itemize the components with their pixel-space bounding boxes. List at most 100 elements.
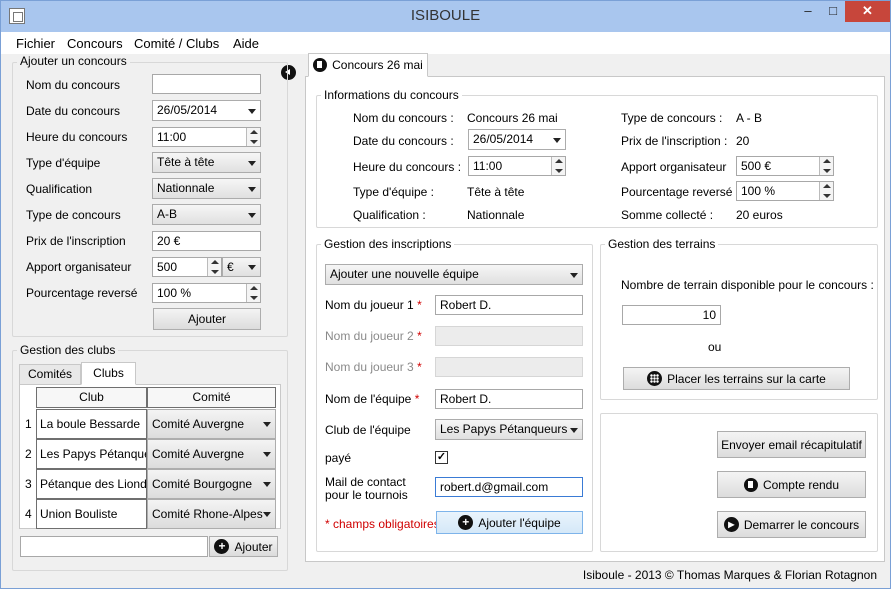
tab-concours[interactable]: Concours 26 mai	[308, 53, 428, 77]
inscription-mode-select[interactable]: Ajouter une nouvelle équipe	[325, 264, 583, 285]
club-name-cell[interactable]: La boule Bessarde	[36, 409, 147, 439]
send-email-button-label: Envoyer email récapitulatif	[721, 437, 862, 452]
nom-concours-input[interactable]	[152, 74, 261, 94]
info-type-concours-value: A - B	[736, 111, 763, 125]
prix-inscription-label: Prix de l'inscription	[26, 234, 126, 248]
report-button[interactable]: Compte rendu	[717, 471, 866, 498]
add-club-button-label: Ajouter	[234, 539, 273, 554]
play-icon: ▶	[723, 517, 739, 532]
footer-copyright: Isiboule - 2013 © Thomas Marques & Flori…	[582, 568, 877, 582]
comite-select-cell[interactable]: Comité Auvergne	[147, 439, 276, 469]
type-concours-select[interactable]: A-B	[152, 204, 261, 225]
comite-select-cell[interactable]: Comité Auvergne	[147, 409, 276, 439]
spin-arrows-icon[interactable]	[819, 157, 833, 175]
pourcentage-reverse-spinbox[interactable]: 100 %	[152, 283, 261, 303]
comite-select-cell[interactable]: Comité Bourgogne	[147, 469, 276, 499]
place-terrains-button[interactable]: Placer les terrains sur la carte	[623, 367, 850, 390]
row-number: 1	[25, 417, 32, 431]
info-somme-label: Somme collecté :	[621, 208, 714, 222]
info-prix-value: 20	[736, 134, 750, 148]
heure-concours-value: 11:00	[157, 130, 187, 144]
info-pourcentage-spinbox[interactable]: 100 %	[736, 181, 834, 201]
maximize-button[interactable]: □	[821, 1, 845, 23]
info-nom-value: Concours 26 mai	[467, 111, 558, 125]
club-equipe-select[interactable]: Les Papys Pétanqueurs	[435, 419, 583, 440]
terrains-title: Gestion des terrains	[605, 237, 719, 251]
spin-arrows-icon[interactable]	[819, 182, 833, 200]
info-apport-value: 500 €	[741, 159, 772, 173]
info-heure-spinbox[interactable]: 11:00	[468, 156, 566, 176]
table-header-comite[interactable]: Comité	[147, 387, 276, 408]
minimize-button[interactable]: –	[795, 1, 821, 23]
nombre-terrain-input[interactable]: 10	[622, 305, 721, 325]
club-equipe-label: Club de l'équipe	[325, 423, 411, 437]
spin-arrows-icon[interactable]	[551, 157, 565, 175]
paye-checkbox[interactable]: ✓	[435, 451, 448, 464]
joueur1-input[interactable]: Robert D.	[435, 295, 583, 315]
currency-select[interactable]: €	[222, 257, 261, 277]
info-pourcentage-label: Pourcentage reversé	[621, 185, 733, 199]
info-qualification-label: Qualification :	[353, 208, 426, 222]
close-button[interactable]: ✕	[845, 1, 890, 22]
table-header-club[interactable]: Club	[36, 387, 147, 408]
type-equipe-select[interactable]: Tête à tête	[152, 152, 261, 173]
info-pourcentage-value: 100 %	[741, 184, 776, 198]
apport-organisateur-value: 500	[157, 260, 178, 274]
spin-arrows-icon[interactable]	[207, 258, 221, 276]
menu-concours[interactable]: Concours	[67, 36, 123, 51]
chevron-down-icon	[570, 427, 578, 433]
menu-aide[interactable]: Aide	[233, 36, 259, 51]
pourcentage-reverse-label: Pourcentage reversé	[26, 286, 138, 300]
comite-value: Comité Rhone-Alpes	[152, 507, 263, 521]
inscriptions-title: Gestion des inscriptions	[321, 237, 455, 251]
joueur3-label: Nom du joueur 3 *	[325, 360, 422, 374]
apport-organisateur-spinbox[interactable]: 500	[152, 257, 222, 277]
grid-icon	[647, 371, 663, 386]
add-club-button[interactable]: + Ajouter	[209, 536, 278, 557]
new-club-input[interactable]	[20, 536, 208, 557]
info-date-picker[interactable]: 26/05/2014	[468, 129, 566, 150]
inscription-mode-value: Ajouter une nouvelle équipe	[330, 267, 479, 281]
info-qualification-value: Nationnale	[467, 208, 525, 222]
info-apport-spinbox[interactable]: 500 €	[736, 156, 834, 176]
pourcentage-reverse-value: 100 %	[157, 286, 192, 300]
joueur3-input[interactable]	[435, 357, 583, 377]
qualification-label: Qualification	[26, 182, 93, 196]
comite-select-cell[interactable]: Comité Rhone-Alpes	[147, 499, 276, 529]
prix-inscription-input[interactable]: 20 €	[152, 231, 261, 251]
tab-comites[interactable]: Comités	[19, 364, 81, 385]
info-date-label: Date du concours :	[353, 134, 454, 148]
heure-concours-spinbox[interactable]: 11:00	[152, 127, 261, 147]
club-name-cell[interactable]: Pétanque des Liondais	[36, 469, 147, 499]
info-heure-value: 11:00	[473, 159, 503, 173]
qualification-select[interactable]: Nationnale	[152, 178, 261, 199]
add-concours-button[interactable]: Ajouter	[153, 308, 261, 330]
joueur1-label: Nom du joueur 1 *	[325, 298, 422, 312]
info-type-equipe-value: Tête à tête	[467, 185, 525, 199]
equipe-input[interactable]: Robert D.	[435, 389, 583, 409]
joueur2-input[interactable]	[435, 326, 583, 346]
comite-value: Comité Bourgogne	[152, 477, 253, 491]
plus-icon: +	[214, 539, 230, 554]
mail-input[interactable]: robert.d@gmail.com	[435, 477, 583, 497]
menu-fichier[interactable]: Fichier	[16, 36, 55, 51]
menu-comite-clubs[interactable]: Comité / Clubs	[134, 36, 219, 51]
spin-arrows-icon[interactable]	[246, 128, 260, 146]
plus-icon: +	[458, 515, 474, 530]
type-equipe-value: Tête à tête	[157, 155, 215, 169]
tab-clubs[interactable]: Clubs	[81, 362, 136, 385]
clubs-group-title: Gestion des clubs	[17, 343, 119, 357]
comite-value: Comité Auvergne	[152, 447, 245, 461]
send-email-button[interactable]: Envoyer email récapitulatif	[717, 431, 866, 458]
spin-arrows-icon[interactable]	[246, 284, 260, 302]
info-nom-label: Nom du concours :	[353, 111, 454, 125]
menu-bar: Fichier Concours Comité / Clubs Aide	[1, 32, 890, 54]
add-team-button-label: Ajouter l'équipe	[478, 515, 561, 530]
club-equipe-value: Les Papys Pétanqueurs	[440, 422, 568, 436]
paye-label: payé	[325, 451, 352, 465]
club-name-cell[interactable]: Les Papys Pétanqueurs	[36, 439, 147, 469]
club-name-cell[interactable]: Union Bouliste	[36, 499, 147, 529]
add-team-button[interactable]: + Ajouter l'équipe	[436, 511, 583, 534]
date-concours-picker[interactable]: 26/05/2014	[152, 100, 261, 121]
start-concours-button[interactable]: ▶ Demarrer le concours	[717, 511, 866, 538]
